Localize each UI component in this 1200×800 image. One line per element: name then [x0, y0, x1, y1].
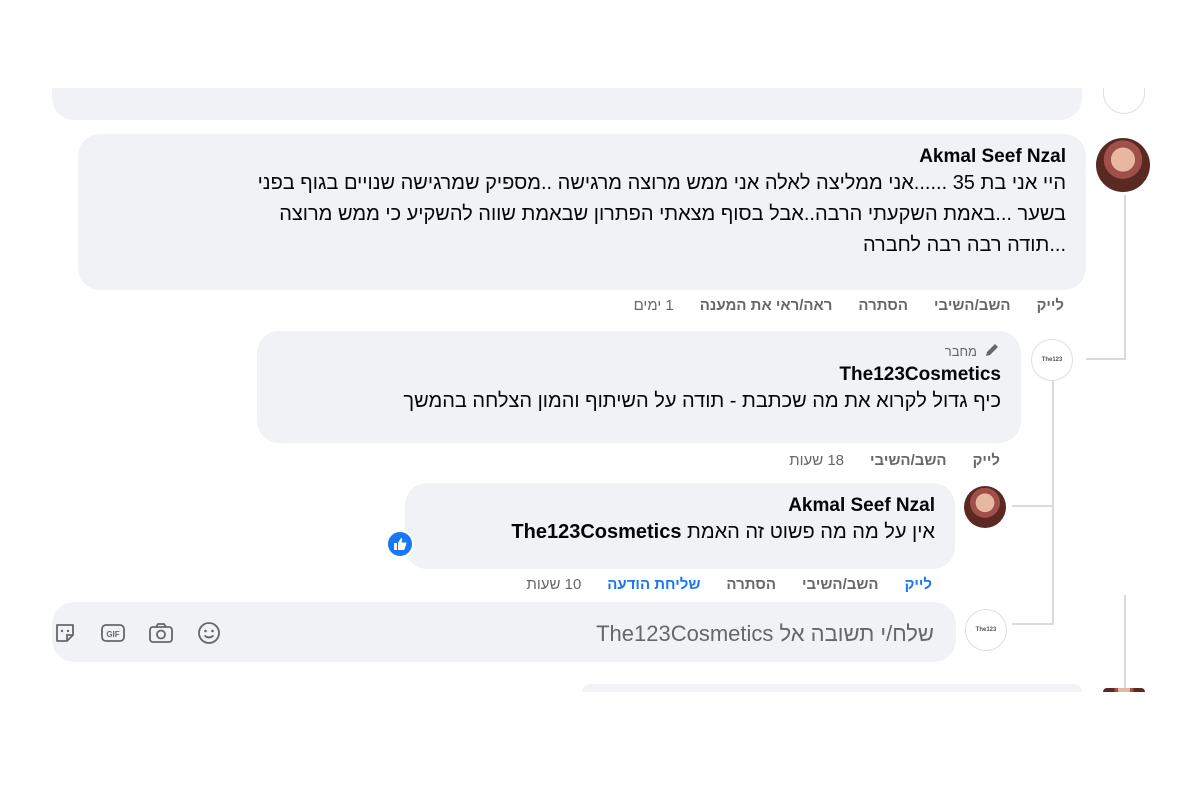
- reply-actions: לייק השב/השיבי 18 שעות: [789, 452, 1000, 469]
- hide-button[interactable]: הסתרה: [858, 297, 908, 314]
- comment-actions: לייק השב/השיבי הסתרה ראה/ראי את המענה 1 …: [634, 297, 1064, 314]
- next-comment-bubble: [582, 684, 1082, 692]
- thread-line-sub-branch: [1012, 505, 1054, 507]
- pencil-icon: [983, 341, 1001, 362]
- reply2-actions: לייק השב/השיבי הסתרה שליחת הודעה 10 שעות: [527, 576, 933, 593]
- commenter-avatar[interactable]: [1096, 138, 1150, 192]
- reply-author[interactable]: Akmal Seef Nzal: [425, 495, 935, 517]
- camera-icon[interactable]: [148, 620, 174, 646]
- thread-line-tail: [1124, 595, 1126, 690]
- hide-button[interactable]: הסתרה: [726, 576, 776, 593]
- page-avatar-composer: The123: [965, 609, 1007, 651]
- reply-bubble-author: מחבר The123Cosmetics כיף גדול לקרוא את מ…: [257, 331, 1021, 443]
- comment-text-line-1: היי אני בת 35 ......אני ממליצה לאלה אני …: [257, 172, 1066, 194]
- comment-bubble: Akmal Seef Nzal היי אני בת 35 ......אני …: [78, 134, 1086, 290]
- like-button[interactable]: לייק: [973, 452, 1000, 469]
- see-reply-button[interactable]: ראה/ראי את המענה: [700, 297, 833, 314]
- thread-line-branch: [1086, 358, 1126, 360]
- reply-button[interactable]: השב/השיבי: [934, 297, 1011, 314]
- reply-text-body: אין על מה מה פשוט זה האמת: [687, 521, 935, 543]
- next-avatar: [1103, 688, 1145, 692]
- thread-line-sub-branch2: [1012, 623, 1054, 625]
- reply-text: אין על מה מה פשוט זה האמת The123Cosmetic…: [425, 517, 935, 548]
- commenter-avatar-small[interactable]: [964, 486, 1006, 528]
- mention-link[interactable]: The123Cosmetics: [511, 521, 681, 543]
- like-button[interactable]: לייק: [905, 576, 932, 593]
- send-message-button[interactable]: שליחת הודעה: [607, 576, 700, 593]
- reply-text: כיף גדול לקרוא את מה שכתבת - תודה על השי…: [403, 390, 1001, 412]
- timestamp[interactable]: 18 שעות: [789, 452, 844, 469]
- reply-input[interactable]: [432, 616, 936, 652]
- previous-comment-bubble: [52, 88, 1082, 120]
- reply-author[interactable]: The123Cosmetics: [277, 364, 1001, 386]
- thread-line-main: [1124, 195, 1126, 360]
- emoji-icon[interactable]: [196, 620, 222, 646]
- like-reaction-icon[interactable]: [386, 530, 414, 558]
- like-button[interactable]: לייק: [1037, 297, 1064, 314]
- sticker-icon[interactable]: [52, 620, 78, 646]
- reply-button[interactable]: השב/השיבי: [870, 452, 947, 469]
- timestamp[interactable]: 1 ימים: [634, 297, 674, 314]
- reply-composer: GIF: [52, 602, 956, 662]
- author-tag: מחבר: [277, 341, 1001, 362]
- thread-line-sub: [1052, 380, 1054, 625]
- page-avatar[interactable]: The123: [1031, 339, 1073, 381]
- svg-text:GIF: GIF: [106, 630, 119, 639]
- reply-bubble-commenter: Akmal Seef Nzal אין על מה מה פשוט זה האמ…: [405, 483, 955, 569]
- previous-avatar: [1103, 88, 1145, 114]
- gif-icon[interactable]: GIF: [100, 620, 126, 646]
- comment-text-line-3: ...תודה רבה רבה לחברה: [862, 234, 1066, 256]
- comment-text-line-2: בשער ...באמת השקעתי הרבה..אבל בסוף מצאתי…: [279, 203, 1066, 225]
- comment-author[interactable]: Akmal Seef Nzal: [98, 146, 1066, 168]
- reply-button[interactable]: השב/השיבי: [802, 576, 879, 593]
- author-tag-label: מחבר: [944, 344, 977, 359]
- timestamp[interactable]: 10 שעות: [527, 576, 582, 593]
